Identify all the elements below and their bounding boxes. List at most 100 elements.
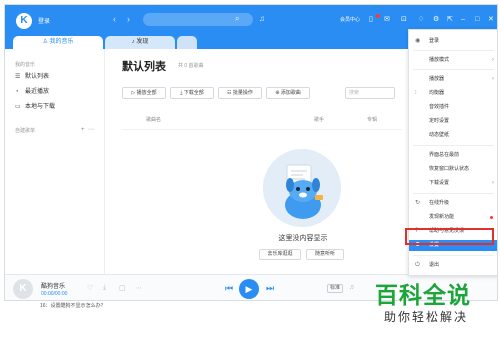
empty-state-illustration (263, 149, 341, 227)
settings-highlight-box (405, 228, 494, 245)
tab-label: 我的音乐 (49, 39, 74, 45)
play-button[interactable]: ▶ (239, 279, 259, 299)
tab-extra[interactable] (177, 36, 197, 49)
heart-icon[interactable]: ♡ (87, 284, 93, 292)
minimize-icon[interactable]: – (461, 15, 465, 24)
sidebar-item-recent[interactable]: ◔ 最近播放 (15, 86, 100, 98)
menu-item-equalizer[interactable]: ⫶ 均衡器 (409, 88, 497, 99)
browse-library-button[interactable]: 去乐库逛逛 (259, 249, 301, 260)
forward-arrow-icon[interactable]: › (127, 14, 130, 24)
back-arrow-icon[interactable]: ‹ (113, 14, 116, 24)
add-song-button[interactable]: ⊕ 添加歌曲 (266, 87, 310, 99)
previous-icon[interactable]: ⏮ (225, 283, 233, 294)
sidebar-item-default-list[interactable]: ☰ 默认列表 (15, 71, 100, 83)
chevron-right-icon: › (492, 57, 494, 63)
menu-divider (413, 255, 494, 256)
column-artist[interactable]: 歌手 (314, 116, 324, 123)
watermark-subtitle: 助你轻松解决 (384, 310, 469, 324)
download-icon: ⤓ (180, 90, 183, 96)
button-label: 批量操作 (232, 90, 253, 96)
login-link[interactable]: 登录 (38, 16, 50, 25)
tab-discover[interactable]: ♪ 发现 (105, 36, 175, 49)
notification-badge (376, 14, 380, 18)
message-icon[interactable]: ▯ (369, 15, 373, 24)
tab-my-music[interactable]: ♙ 我的音乐 (13, 36, 103, 49)
more-icon[interactable]: ⋯ (88, 127, 94, 133)
sidebar-item-label: 默认列表 (25, 74, 50, 80)
album-cover[interactable]: K (13, 279, 33, 299)
random-listen-button[interactable]: 随意听听 (306, 249, 344, 260)
tutorial-caption: 16：设置酷狗不显示怎么办？ (40, 303, 106, 309)
menu-item-reset-window[interactable]: 恢复窗口默认状态 (409, 164, 497, 175)
next-icon[interactable]: ⏭ (266, 283, 274, 294)
sidebar-playlist-tools: + ⋯ (81, 126, 94, 133)
sound-effect-icon[interactable]: ♬ (349, 284, 356, 291)
menu-item-label: 界面总在最前 (429, 152, 460, 158)
list-icon: ☰ (15, 74, 21, 80)
global-search-input[interactable]: ⌕ (143, 13, 253, 26)
more-icon[interactable]: ⋯ (135, 284, 142, 292)
menu-item-timer[interactable]: 定时设置 (409, 116, 497, 127)
play-icon: ▶ (245, 284, 253, 294)
add-playlist-icon[interactable]: + (81, 127, 85, 133)
menu-item-label: 音效插件 (429, 104, 450, 110)
sidebar-section-playlists: 自建歌单 (15, 128, 36, 134)
menu-divider (413, 145, 494, 146)
menu-item-online-upgrade[interactable]: ↻ 在线升级 (409, 198, 497, 209)
tab-label: 发现 (136, 39, 149, 45)
menu-item-exit[interactable]: ⏻ 退出 (409, 260, 497, 271)
column-album[interactable]: 专辑 (367, 116, 377, 123)
menu-item-label: 发现新功能 (429, 214, 455, 220)
sidebar-item-label: 本地与下载 (25, 104, 56, 110)
menu-item-download-settings[interactable]: 下载设置 › (409, 178, 497, 189)
user-icon: ♙ (42, 39, 48, 45)
batch-operation-button[interactable]: ☷ 批量操作 (218, 87, 262, 99)
menu-item-label: 下载设置 (429, 180, 450, 186)
menu-item-player[interactable]: 播放器 › (409, 74, 497, 85)
menu-item-wallpaper[interactable]: 动态壁纸 (409, 130, 497, 141)
listen-recognize-icon[interactable]: ♫ (259, 14, 265, 23)
clock-icon: ◔ (15, 89, 19, 95)
refresh-icon: ↻ (415, 200, 421, 206)
menu-item-label: 均衡器 (429, 90, 445, 96)
dog-mascot-icon (263, 149, 341, 227)
gear-icon[interactable]: ⚙ (433, 15, 439, 24)
menu-item-label: 退出 (429, 262, 440, 268)
button-label: 下载全部 (183, 90, 204, 96)
song-count: 共 0 首歌曲 (178, 63, 204, 69)
header-divider (122, 129, 402, 130)
menu-divider (413, 193, 494, 194)
maximize-icon[interactable]: □ (475, 15, 479, 24)
skin-icon[interactable]: ⊡ (401, 15, 407, 24)
mini-mode-icon[interactable]: ⇱ (447, 15, 453, 24)
quality-selector[interactable]: 标准 (327, 284, 344, 293)
mail-icon[interactable]: ✉ (384, 15, 390, 24)
column-song[interactable]: 歌曲名 (146, 116, 161, 123)
song-title[interactable]: 酷狗音乐 (41, 281, 65, 290)
member-center-link[interactable]: 会员中心 (340, 16, 360, 23)
menu-item-label: 恢复窗口默认状态 (429, 166, 470, 172)
button-label: 播放全部 (136, 90, 157, 96)
download-icon[interactable]: ⤓ (103, 284, 106, 292)
menu-item-always-on-top[interactable]: 界面总在最前 (409, 150, 497, 161)
list-search-input[interactable]: 搜索 (345, 87, 395, 99)
play-all-button[interactable]: ▷ 播放全部 (122, 87, 166, 99)
menu-item-login[interactable]: ◉ 登录 (409, 36, 497, 47)
shirt-icon[interactable]: ♢ (418, 15, 424, 24)
menu-item-label: 在线升级 (429, 200, 450, 206)
sidebar-item-label: 最近播放 (25, 89, 50, 95)
search-icon[interactable]: ⌕ (235, 14, 239, 24)
menu-item-label: 播放器 (429, 76, 445, 82)
download-all-button[interactable]: ⤓ 下载全部 (170, 87, 214, 99)
menu-divider (413, 50, 494, 51)
kugou-logo[interactable]: K (16, 13, 32, 29)
close-icon[interactable]: ✕ (488, 15, 494, 24)
menu-item-new-features[interactable]: 发现新功能 (409, 212, 497, 223)
sidebar-item-local[interactable]: ▭ 本地与下载 (15, 101, 100, 113)
comment-icon[interactable]: ▢ (119, 284, 126, 292)
menu-item-effects[interactable]: 音效插件 (409, 102, 497, 113)
plus-icon: ⊕ (275, 90, 280, 96)
button-label: 添加歌曲 (280, 90, 301, 96)
menu-item-play-mode[interactable]: 播放模式 › (409, 55, 497, 66)
equalizer-icon: ⫶ (415, 90, 417, 96)
